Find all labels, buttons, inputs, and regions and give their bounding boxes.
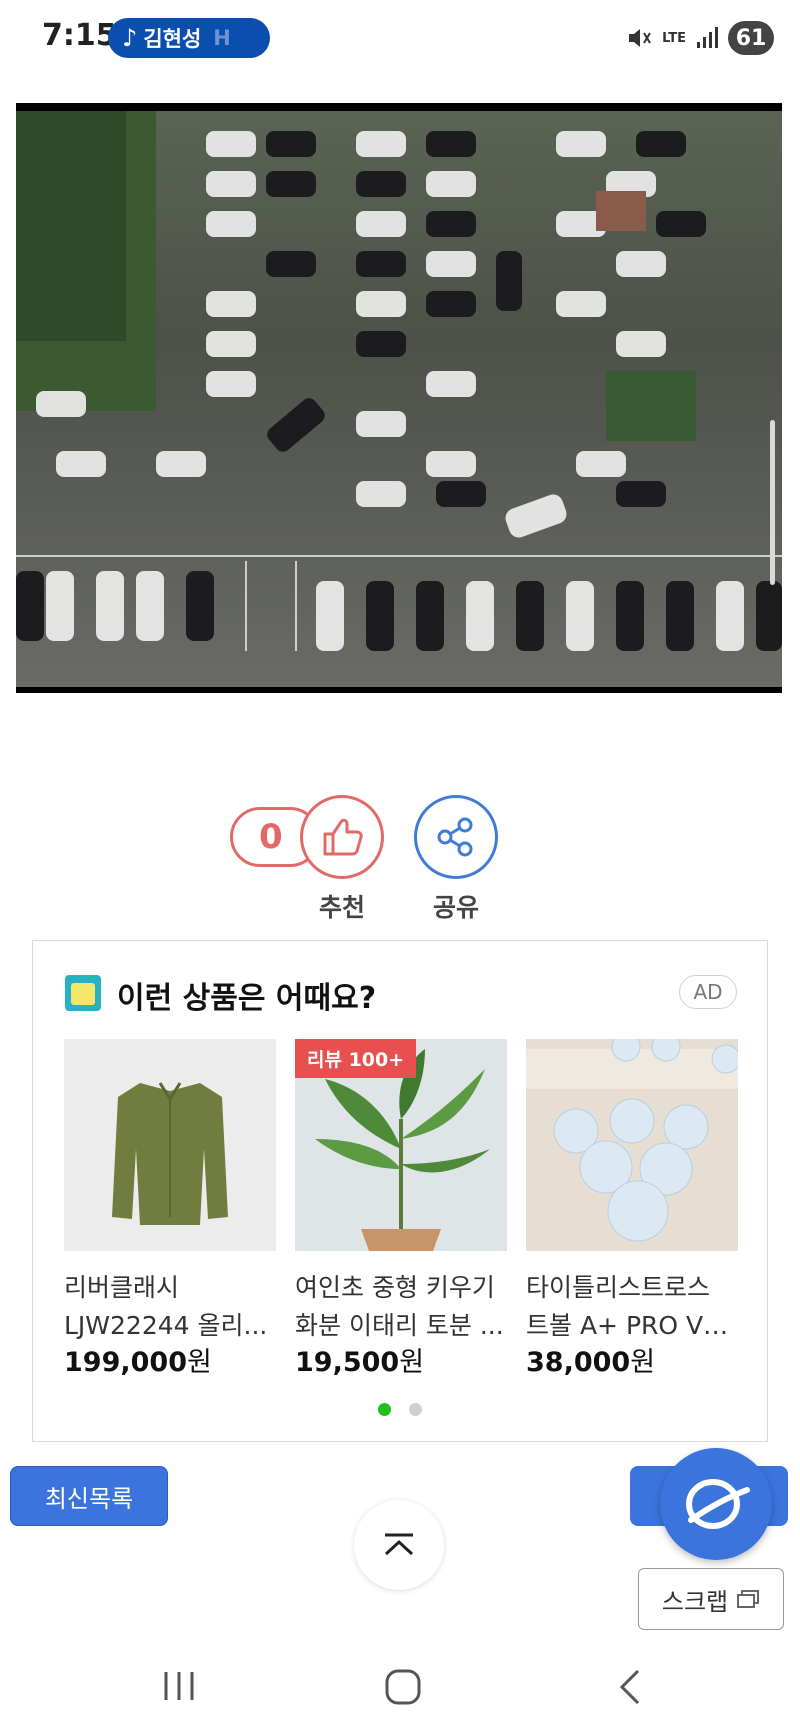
carousel-pagination: [33, 1403, 767, 1416]
share-icon: [437, 817, 473, 857]
floating-app-button[interactable]: [660, 1448, 772, 1560]
like-circle[interactable]: [300, 795, 384, 879]
ad-title: 이런 상품은 어때요?: [117, 981, 377, 1016]
article-photo[interactable]: [16, 103, 782, 693]
product-image-jacket: [64, 1039, 276, 1251]
product-image-plant: 리뷰 100+: [295, 1039, 507, 1251]
latest-list-button[interactable]: 최신목록: [10, 1466, 168, 1526]
product-price: 199,000원: [64, 1345, 276, 1381]
app-logo-icon: [686, 1479, 750, 1529]
product-name-line: 타이틀리스트로스: [526, 1273, 711, 1302]
signal-icon: [697, 27, 718, 48]
scrap-button[interactable]: 스크랩: [638, 1568, 784, 1630]
scrap-label: 스크랩: [661, 1587, 729, 1616]
pagination-dot-active[interactable]: [378, 1403, 391, 1416]
music-note-icon: ♪: [122, 24, 138, 52]
jacket-illustration: [112, 1082, 228, 1225]
status-icons: LTE 61: [626, 18, 774, 58]
product-name: 리버클래시 LJW22244 올리...: [64, 1269, 276, 1345]
price-value: 38,000: [526, 1347, 631, 1378]
parking-lot-image: [16, 111, 782, 687]
media-title-scroll: H: [213, 26, 231, 50]
price-value: 199,000: [64, 1347, 187, 1378]
review-count-tag: 리뷰 100+: [295, 1039, 417, 1078]
product-name-line: 여인초 중형 키우기: [295, 1273, 495, 1302]
page-scrollbar[interactable]: [770, 420, 775, 585]
nav-recent-apps-button[interactable]: [160, 1668, 198, 1708]
product-name-line: 리버클래시: [64, 1273, 180, 1302]
product-image-golfballs: [526, 1039, 738, 1251]
nav-home-button[interactable]: [384, 1668, 422, 1710]
product-name: 타이틀리스트로스 트볼 A+ PRO V1...: [526, 1269, 738, 1345]
product-card[interactable]: 리버클래시 LJW22244 올리... 199,000원: [64, 1039, 276, 1381]
recent-apps-icon: [164, 1672, 194, 1700]
product-card[interactable]: 리뷰 100+ 여인초 중형 키우기 화분 이태리 토분 ... 19,500원: [295, 1039, 507, 1381]
scroll-to-top-button[interactable]: [354, 1500, 444, 1590]
shopping-bag-icon: [65, 975, 101, 1011]
product-price: 19,500원: [295, 1345, 507, 1381]
golfballs-illustration: [526, 1039, 738, 1242]
price-unit: 원: [399, 1347, 425, 1378]
scrap-icon: [737, 1590, 760, 1608]
like-button[interactable]: 0: [230, 795, 384, 879]
like-label: 추천: [318, 893, 365, 922]
price-unit: 원: [186, 1347, 212, 1378]
parking-lot-illustration: [16, 111, 782, 651]
price-value: 19,500: [295, 1347, 400, 1378]
home-icon: [385, 1669, 421, 1705]
status-time: 7:15: [42, 18, 117, 53]
battery-indicator: 61: [728, 21, 774, 55]
lte-icon: LTE: [662, 30, 686, 46]
ad-badge[interactable]: AD: [679, 975, 737, 1009]
product-name-line: LJW22244 올리...: [64, 1311, 268, 1340]
back-icon: [619, 1669, 640, 1705]
product-name-line: 화분 이태리 토분 ...: [295, 1311, 504, 1340]
share-label: 공유: [432, 893, 479, 922]
media-playing-pill[interactable]: ♪ 김현성 H: [108, 18, 270, 58]
media-title: 김현성: [143, 27, 202, 51]
pagination-dot[interactable]: [409, 1403, 422, 1416]
mute-vibrate-icon: [629, 29, 651, 47]
nav-back-button[interactable]: [614, 1668, 644, 1710]
thumbs-up-icon: [323, 818, 363, 856]
ad-recommendation-card: 이런 상품은 어때요? AD 리버클래시 LJW22244 올리... 199,…: [32, 940, 768, 1442]
product-name: 여인초 중형 키우기 화분 이태리 토분 ...: [295, 1269, 507, 1345]
chevron-up-icon: [384, 1533, 414, 1556]
product-price: 38,000원: [526, 1345, 738, 1381]
product-card[interactable]: 타이틀리스트로스 트볼 A+ PRO V1... 38,000원: [526, 1039, 738, 1381]
share-button[interactable]: [414, 795, 498, 879]
product-name-line: 트볼 A+ PRO V1...: [526, 1311, 738, 1340]
price-unit: 원: [630, 1347, 656, 1378]
